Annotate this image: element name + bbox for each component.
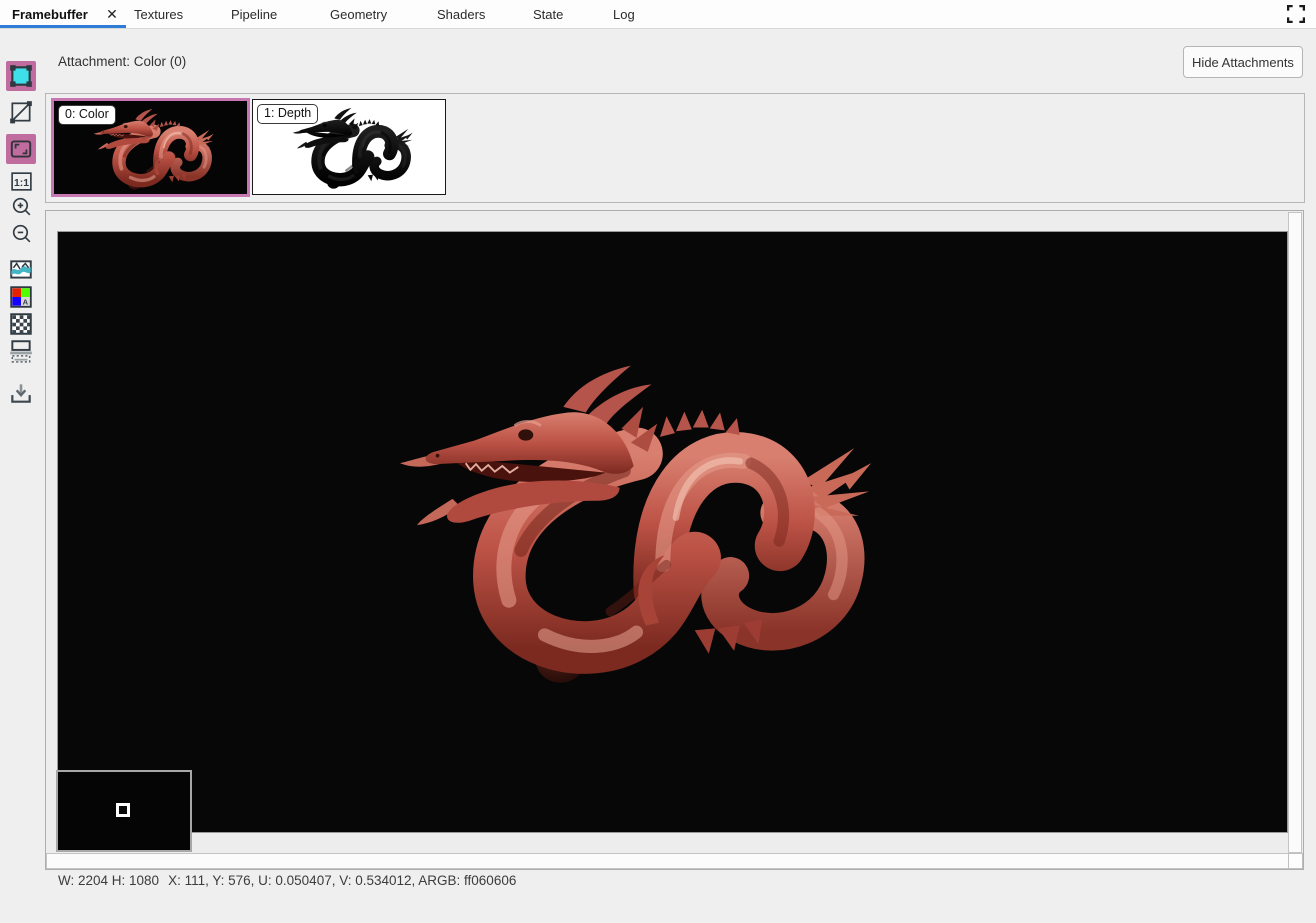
- texture-empty-button[interactable]: [6, 97, 36, 127]
- texture-empty-diagonal-icon: [8, 99, 34, 125]
- attachment-label: Attachment: Color (0): [58, 54, 186, 69]
- attachment-badge-color: 0: Color: [58, 105, 116, 125]
- alpha-checkerboard-button[interactable]: [6, 309, 36, 339]
- zoom-in-icon: [9, 195, 34, 220]
- fit-to-window-icon: [8, 136, 34, 162]
- hide-attachments-button[interactable]: Hide Attachments: [1183, 46, 1303, 78]
- svg-text:1:1: 1:1: [13, 178, 28, 189]
- attachments-panel: 0: Color 1: Depth: [45, 93, 1305, 203]
- attachment-thumbnail-color[interactable]: 0: Color: [51, 98, 250, 197]
- tab-pipeline-label: Pipeline: [231, 7, 277, 22]
- texture-view[interactable]: [57, 231, 1288, 833]
- viewer-toolbar: 1:1: [0, 28, 45, 888]
- alpha-checkerboard-icon: [8, 311, 34, 337]
- scrollbar-corner: [1288, 853, 1303, 869]
- attachment-thumbnail-depth[interactable]: 1: Depth: [252, 99, 446, 195]
- dragon-render: [385, 358, 873, 696]
- framebuffer-viewer-window: Framebuffer ✕ Textures Pipeline Geometry…: [0, 0, 1316, 923]
- texture-viewer-panel: [45, 210, 1304, 870]
- tab-textures[interactable]: Textures: [134, 0, 183, 28]
- save-download-icon: [8, 380, 34, 406]
- rgba-channels-button[interactable]: A: [6, 282, 36, 312]
- svg-text:A: A: [23, 298, 29, 307]
- tab-shaders-label: Shaders: [437, 7, 485, 22]
- status-bar: W: 2204 H: 1080 X: 111, Y: 576, U: 0.0504…: [58, 873, 525, 888]
- tab-shaders[interactable]: Shaders: [437, 0, 485, 28]
- range-histogram-button[interactable]: [6, 255, 36, 285]
- flip-vertical-icon: [8, 338, 34, 364]
- tab-geometry[interactable]: Geometry: [330, 0, 387, 28]
- tab-textures-label: Textures: [134, 7, 183, 22]
- texture-dimensions: W: 2204 H: 1080: [58, 873, 159, 888]
- tab-bar: Framebuffer ✕ Textures Pipeline Geometry…: [0, 0, 1316, 29]
- horizontal-scrollbar[interactable]: [46, 853, 1289, 869]
- tab-framebuffer[interactable]: Framebuffer: [12, 0, 88, 28]
- texture-display-icon: [8, 63, 34, 89]
- actual-size-icon: 1:1: [9, 169, 34, 194]
- tab-geometry-label: Geometry: [330, 7, 387, 22]
- tab-framebuffer-label: Framebuffer: [12, 7, 88, 22]
- attachment-badge-depth: 1: Depth: [257, 104, 318, 124]
- close-tab-icon[interactable]: ✕: [102, 0, 122, 28]
- tab-state-label: State: [533, 7, 563, 22]
- texture-display-button[interactable]: [6, 61, 36, 91]
- save-texture-button[interactable]: [6, 378, 36, 408]
- range-histogram-icon: [8, 257, 34, 283]
- zoom-out-button[interactable]: [6, 219, 36, 249]
- fullscreen-icon[interactable]: [1287, 5, 1305, 23]
- vertical-scrollbar[interactable]: [1288, 212, 1302, 853]
- pixel-info: X: 111, Y: 576, U: 0.050407, V: 0.534012…: [168, 873, 516, 888]
- tab-log-label: Log: [613, 7, 635, 22]
- picked-pixel-indicator: [116, 803, 130, 817]
- tab-log[interactable]: Log: [613, 0, 635, 28]
- pixel-context-overlay[interactable]: [56, 770, 192, 852]
- tab-state[interactable]: State: [533, 0, 563, 28]
- fit-to-window-button[interactable]: [6, 134, 36, 164]
- zoom-out-icon: [9, 222, 34, 247]
- tab-pipeline[interactable]: Pipeline: [231, 0, 277, 28]
- flip-vertical-button[interactable]: [6, 336, 36, 366]
- zoom-in-button[interactable]: [6, 192, 36, 222]
- rgba-channels-icon: A: [8, 284, 34, 310]
